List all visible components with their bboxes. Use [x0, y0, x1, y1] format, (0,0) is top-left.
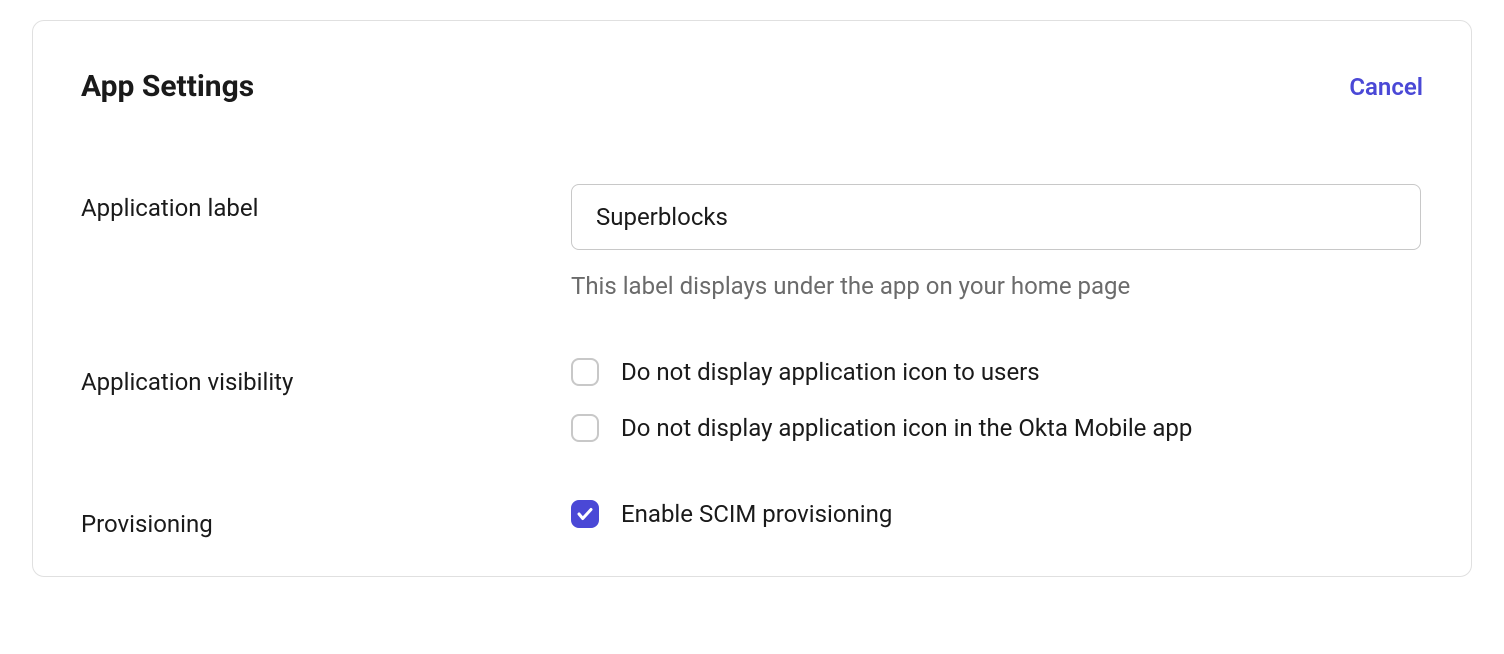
label-col: Application visibility — [81, 358, 571, 396]
enable-scim-label: Enable SCIM provisioning — [621, 500, 892, 528]
input-col: Enable SCIM provisioning — [571, 500, 1423, 528]
visibility-option-users: Do not display application icon to users — [571, 358, 1423, 386]
provisioning-option-scim: Enable SCIM provisioning — [571, 500, 1423, 528]
hide-from-users-label: Do not display application icon to users — [621, 358, 1040, 386]
input-col: Do not display application icon to users… — [571, 358, 1423, 442]
enable-scim-checkbox[interactable] — [571, 500, 599, 528]
application-label-label: Application label — [81, 194, 258, 222]
hide-from-mobile-label: Do not display application icon in the O… — [621, 414, 1192, 442]
application-visibility-label: Application visibility — [81, 368, 293, 396]
panel-header: App Settings Cancel — [81, 69, 1423, 104]
check-icon — [576, 505, 594, 523]
visibility-option-mobile: Do not display application icon in the O… — [571, 414, 1423, 442]
application-label-input[interactable] — [571, 184, 1421, 250]
hide-from-mobile-checkbox[interactable] — [571, 414, 599, 442]
hide-from-users-checkbox[interactable] — [571, 358, 599, 386]
application-label-row: Application label This label displays un… — [81, 184, 1423, 300]
provisioning-row: Provisioning Enable SCIM provisioning — [81, 500, 1423, 538]
application-label-helper: This label displays under the app on you… — [571, 272, 1423, 300]
input-col: This label displays under the app on you… — [571, 184, 1423, 300]
label-col: Provisioning — [81, 500, 571, 538]
provisioning-label: Provisioning — [81, 510, 213, 538]
label-col: Application label — [81, 184, 571, 222]
app-settings-panel: App Settings Cancel Application label Th… — [32, 20, 1472, 577]
page-title: App Settings — [81, 69, 254, 104]
application-visibility-row: Application visibility Do not display ap… — [81, 358, 1423, 442]
cancel-button[interactable]: Cancel — [1349, 73, 1423, 101]
